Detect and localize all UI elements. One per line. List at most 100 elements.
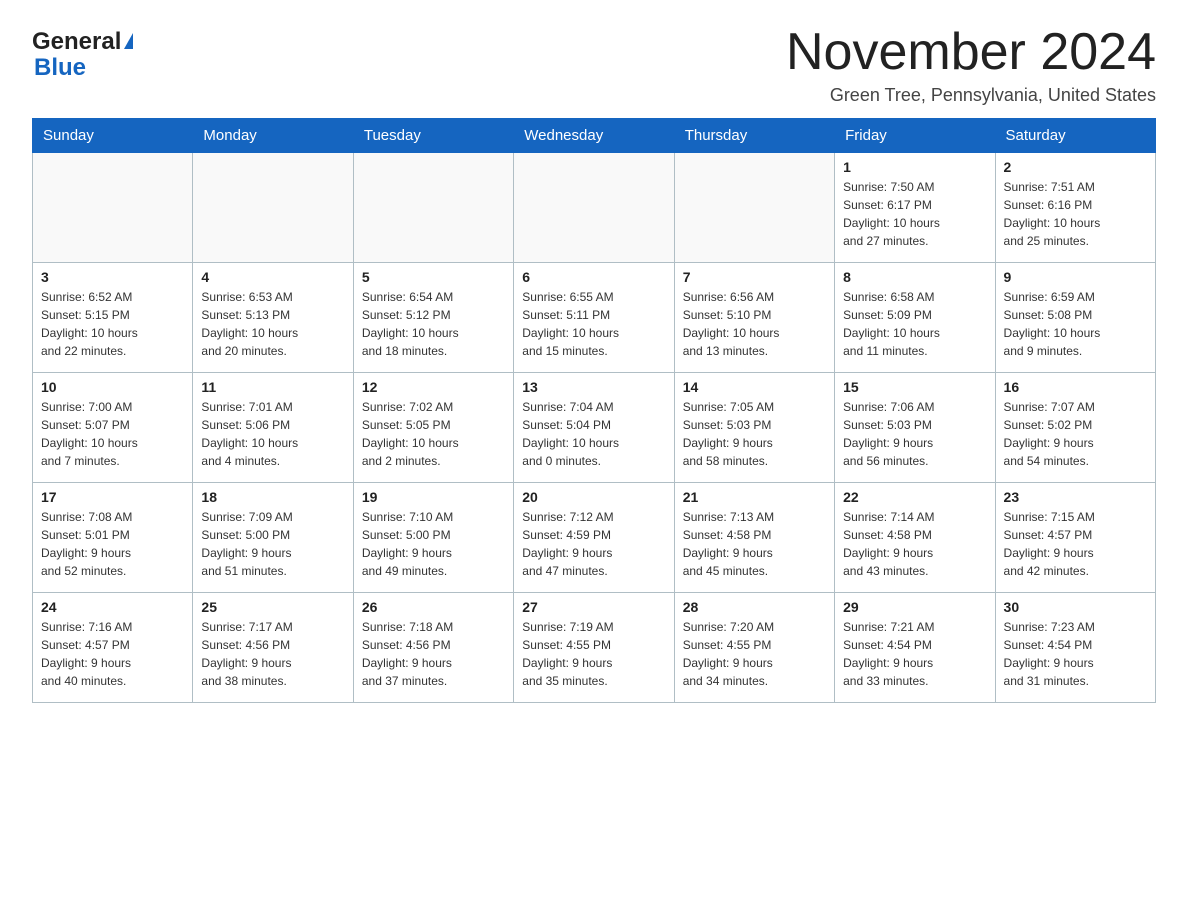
location-subtitle: Green Tree, Pennsylvania, United States [786,85,1156,106]
calendar-week-row: 17 Sunrise: 7:08 AM Sunset: 5:01 PM Dayli… [33,483,1156,593]
page-header: General Blue November 2024 Green Tree, P… [32,24,1156,106]
day-info: Sunrise: 7:12 AM Sunset: 4:59 PM Dayligh… [522,508,665,580]
table-row: 23 Sunrise: 7:15 AM Sunset: 4:57 PM Dayli… [995,483,1155,593]
day-info: Sunrise: 7:51 AM Sunset: 6:16 PM Dayligh… [1004,178,1147,250]
day-number: 23 [1004,489,1147,505]
day-info: Sunrise: 7:16 AM Sunset: 4:57 PM Dayligh… [41,618,184,690]
day-number: 5 [362,269,505,285]
day-info: Sunrise: 7:02 AM Sunset: 5:05 PM Dayligh… [362,398,505,470]
header-wednesday: Wednesday [514,119,674,153]
day-number: 26 [362,599,505,615]
day-number: 21 [683,489,826,505]
day-info: Sunrise: 7:18 AM Sunset: 4:56 PM Dayligh… [362,618,505,690]
day-info: Sunrise: 7:23 AM Sunset: 4:54 PM Dayligh… [1004,618,1147,690]
table-row: 3Sunrise: 6:52 AM Sunset: 5:15 PM Daylig… [33,263,193,373]
calendar-week-row: 10Sunrise: 7:00 AM Sunset: 5:07 PM Dayli… [33,373,1156,483]
day-number: 6 [522,269,665,285]
day-info: Sunrise: 7:05 AM Sunset: 5:03 PM Dayligh… [683,398,826,470]
table-row: 13 Sunrise: 7:04 AM Sunset: 5:04 PM Dayli… [514,373,674,483]
day-info: Sunrise: 6:58 AM Sunset: 5:09 PM Dayligh… [843,288,986,360]
table-row: 20 Sunrise: 7:12 AM Sunset: 4:59 PM Dayli… [514,483,674,593]
header-thursday: Thursday [674,119,834,153]
table-row: 7Sunrise: 6:56 AM Sunset: 5:10 PM Daylig… [674,263,834,373]
table-row: 2 Sunrise: 7:51 AM Sunset: 6:16 PM Daylig… [995,153,1155,263]
day-info: Sunrise: 6:53 AM Sunset: 5:13 PM Dayligh… [201,288,344,360]
calendar-table: Sunday Monday Tuesday Wednesday Thursday… [32,118,1156,703]
header-saturday: Saturday [995,119,1155,153]
table-row [353,153,513,263]
day-number: 2 [1004,159,1147,175]
logo-blue-text: Blue [34,54,86,82]
calendar-week-row: 24 Sunrise: 7:16 AM Sunset: 4:57 PM Dayli… [33,593,1156,703]
header-friday: Friday [835,119,995,153]
table-row: 9Sunrise: 6:59 AM Sunset: 5:08 PM Daylig… [995,263,1155,373]
table-row: 4 Sunrise: 6:53 AM Sunset: 5:13 PM Daylig… [193,263,353,373]
table-row: 15 Sunrise: 7:06 AM Sunset: 5:03 PM Dayli… [835,373,995,483]
table-row: 5 Sunrise: 6:54 AM Sunset: 5:12 PM Daylig… [353,263,513,373]
table-row: 10Sunrise: 7:00 AM Sunset: 5:07 PM Dayli… [33,373,193,483]
day-number: 14 [683,379,826,395]
logo-triangle-icon [124,33,133,49]
table-row [193,153,353,263]
day-number: 17 [41,489,184,505]
day-info: Sunrise: 7:09 AM Sunset: 5:00 PM Dayligh… [201,508,344,580]
table-row [674,153,834,263]
day-number: 16 [1004,379,1147,395]
table-row: 21 Sunrise: 7:13 AM Sunset: 4:58 PM Dayli… [674,483,834,593]
day-number: 3 [41,269,184,285]
day-number: 25 [201,599,344,615]
day-number: 18 [201,489,344,505]
day-info: Sunrise: 7:15 AM Sunset: 4:57 PM Dayligh… [1004,508,1147,580]
day-info: Sunrise: 7:07 AM Sunset: 5:02 PM Dayligh… [1004,398,1147,470]
day-info: Sunrise: 6:54 AM Sunset: 5:12 PM Dayligh… [362,288,505,360]
logo: General Blue [32,24,133,82]
day-info: Sunrise: 6:56 AM Sunset: 5:10 PM Dayligh… [683,288,826,360]
day-number: 29 [843,599,986,615]
day-info: Sunrise: 7:08 AM Sunset: 5:01 PM Dayligh… [41,508,184,580]
table-row: 18 Sunrise: 7:09 AM Sunset: 5:00 PM Dayli… [193,483,353,593]
day-number: 10 [41,379,184,395]
day-info: Sunrise: 6:59 AM Sunset: 5:08 PM Dayligh… [1004,288,1147,360]
title-block: November 2024 Green Tree, Pennsylvania, … [786,24,1156,106]
table-row [33,153,193,263]
table-row: 27 Sunrise: 7:19 AM Sunset: 4:55 PM Dayli… [514,593,674,703]
day-info: Sunrise: 7:06 AM Sunset: 5:03 PM Dayligh… [843,398,986,470]
calendar-header-row: Sunday Monday Tuesday Wednesday Thursday… [33,119,1156,153]
calendar-week-row: 3Sunrise: 6:52 AM Sunset: 5:15 PM Daylig… [33,263,1156,373]
day-number: 24 [41,599,184,615]
table-row: 1Sunrise: 7:50 AM Sunset: 6:17 PM Daylig… [835,153,995,263]
day-number: 1 [843,159,986,175]
day-number: 19 [362,489,505,505]
table-row: 6Sunrise: 6:55 AM Sunset: 5:11 PM Daylig… [514,263,674,373]
header-sunday: Sunday [33,119,193,153]
day-info: Sunrise: 7:17 AM Sunset: 4:56 PM Dayligh… [201,618,344,690]
day-number: 11 [201,379,344,395]
calendar-week-row: 1Sunrise: 7:50 AM Sunset: 6:17 PM Daylig… [33,153,1156,263]
month-year-title: November 2024 [786,24,1156,81]
day-info: Sunrise: 7:19 AM Sunset: 4:55 PM Dayligh… [522,618,665,690]
day-number: 22 [843,489,986,505]
table-row: 26 Sunrise: 7:18 AM Sunset: 4:56 PM Dayli… [353,593,513,703]
day-number: 12 [362,379,505,395]
day-number: 30 [1004,599,1147,615]
day-number: 4 [201,269,344,285]
day-info: Sunrise: 7:01 AM Sunset: 5:06 PM Dayligh… [201,398,344,470]
header-tuesday: Tuesday [353,119,513,153]
table-row: 24 Sunrise: 7:16 AM Sunset: 4:57 PM Dayli… [33,593,193,703]
table-row: 25 Sunrise: 7:17 AM Sunset: 4:56 PM Dayli… [193,593,353,703]
day-info: Sunrise: 7:13 AM Sunset: 4:58 PM Dayligh… [683,508,826,580]
table-row: 29 Sunrise: 7:21 AM Sunset: 4:54 PM Dayli… [835,593,995,703]
day-number: 27 [522,599,665,615]
day-number: 15 [843,379,986,395]
day-number: 20 [522,489,665,505]
table-row: 8 Sunrise: 6:58 AM Sunset: 5:09 PM Daylig… [835,263,995,373]
table-row: 14 Sunrise: 7:05 AM Sunset: 5:03 PM Dayli… [674,373,834,483]
table-row: 16 Sunrise: 7:07 AM Sunset: 5:02 PM Dayli… [995,373,1155,483]
day-info: Sunrise: 7:21 AM Sunset: 4:54 PM Dayligh… [843,618,986,690]
table-row: 22Sunrise: 7:14 AM Sunset: 4:58 PM Dayli… [835,483,995,593]
table-row: 17 Sunrise: 7:08 AM Sunset: 5:01 PM Dayli… [33,483,193,593]
table-row: 28Sunrise: 7:20 AM Sunset: 4:55 PM Dayli… [674,593,834,703]
day-info: Sunrise: 7:04 AM Sunset: 5:04 PM Dayligh… [522,398,665,470]
day-number: 13 [522,379,665,395]
day-number: 8 [843,269,986,285]
